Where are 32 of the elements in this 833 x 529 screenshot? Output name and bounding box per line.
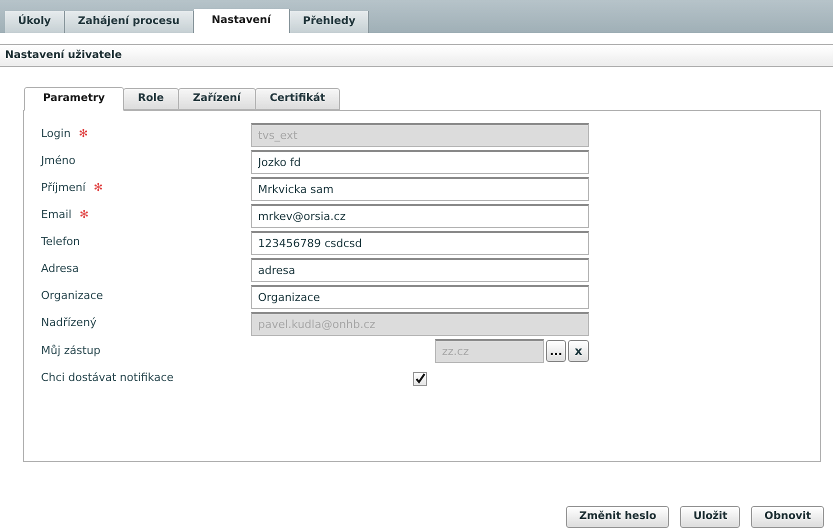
input-field[interactable]: Mrkvicka sam <box>251 176 589 200</box>
main-tab[interactable]: Úkoly <box>5 11 65 33</box>
main-tab[interactable]: Nastavení <box>194 9 290 33</box>
main-tab[interactable]: Přehledy <box>290 11 370 33</box>
section-title: Nastavení uživatele <box>5 48 122 63</box>
form-tab[interactable]: Zařízení <box>178 88 256 110</box>
required-mark: ✻ <box>94 180 103 196</box>
field-label: Email <box>41 207 72 224</box>
field-label: Chci dostávat notifikace <box>41 370 174 386</box>
field-label: Login <box>41 126 71 142</box>
input-field[interactable]: Organizace <box>251 284 589 308</box>
required-mark: ✻ <box>80 207 89 224</box>
form-tab[interactable]: Role <box>122 88 179 110</box>
field-label: Nadřízený <box>41 315 97 332</box>
field-label: Jméno <box>41 153 76 170</box>
input-field[interactable]: 123456789 csdcsd <box>251 230 589 254</box>
required-mark: ✻ <box>78 126 88 142</box>
checkbox[interactable] <box>413 372 427 386</box>
checkmark-icon <box>414 373 426 384</box>
input-field[interactable]: adresa <box>251 258 589 282</box>
input-field[interactable]: mrkev@orsia.cz <box>251 204 589 228</box>
field-label: Adresa <box>41 261 79 278</box>
field-label: Organizace <box>41 288 104 304</box>
action-button[interactable]: Změnit heslo <box>566 506 670 528</box>
form-tab[interactable]: Parametry <box>24 87 124 111</box>
field-label: Můj zástup <box>41 342 101 359</box>
form-tab[interactable]: Certifikát <box>254 88 340 110</box>
action-button[interactable]: Obnovit <box>751 506 824 528</box>
main-tab[interactable]: Zahájení procesu <box>64 11 194 33</box>
field-label: Příjmení <box>41 180 86 196</box>
field-label: Telefon <box>41 234 80 250</box>
action-button[interactable]: Uložit <box>680 506 740 528</box>
